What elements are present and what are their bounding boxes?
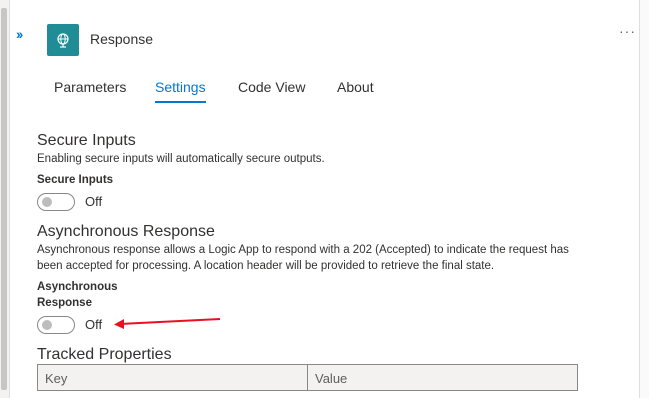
settings-panel: [9, 0, 640, 398]
tab-label: Parameters: [54, 79, 127, 95]
column-header-key: Key: [38, 365, 308, 390]
toggle-knob: [42, 197, 52, 207]
tracked-properties-title: Tracked Properties: [37, 346, 172, 363]
active-tab-indicator: [155, 101, 206, 103]
secure-inputs-toggle[interactable]: [37, 193, 75, 211]
tab-label: About: [337, 79, 374, 95]
right-edge: [640, 0, 649, 398]
async-response-toggle[interactable]: [37, 316, 75, 334]
globe-icon: [47, 24, 79, 56]
tab-about[interactable]: About: [323, 72, 388, 103]
column-header-value: Value: [315, 371, 348, 386]
secure-inputs-state: Off: [85, 194, 103, 209]
async-response-description-line1: Asynchronous response allows a Logic App…: [37, 244, 569, 256]
annotation-arrow: [114, 318, 221, 329]
async-response-state: Off: [85, 317, 103, 332]
async-response-label-line2: Response: [37, 297, 92, 309]
left-scrollbar-thumb[interactable]: [1, 8, 7, 390]
action-title: Response: [90, 31, 154, 47]
tab-settings[interactable]: Settings: [141, 72, 220, 103]
async-response-title: Asynchronous Response: [37, 223, 215, 240]
secure-inputs-label: Secure Inputs: [37, 174, 114, 186]
tab-label: Code View: [238, 79, 306, 95]
async-response-description-line2: been accepted for processing. A location…: [37, 260, 495, 272]
secure-inputs-description: Enabling secure inputs will automaticall…: [37, 153, 325, 165]
tab-parameters[interactable]: Parameters: [40, 72, 140, 103]
async-response-label-line1: Asynchronous: [37, 281, 118, 293]
toggle-knob: [42, 320, 52, 330]
tab-label: Settings: [155, 79, 206, 95]
tab-code-view[interactable]: Code View: [224, 72, 319, 103]
expand-chevrons-icon[interactable]: ››: [16, 26, 23, 42]
secure-inputs-title: Secure Inputs: [37, 132, 136, 149]
more-options-icon[interactable]: ···: [619, 23, 636, 39]
tracked-properties-table-header: Key Value: [37, 364, 578, 391]
